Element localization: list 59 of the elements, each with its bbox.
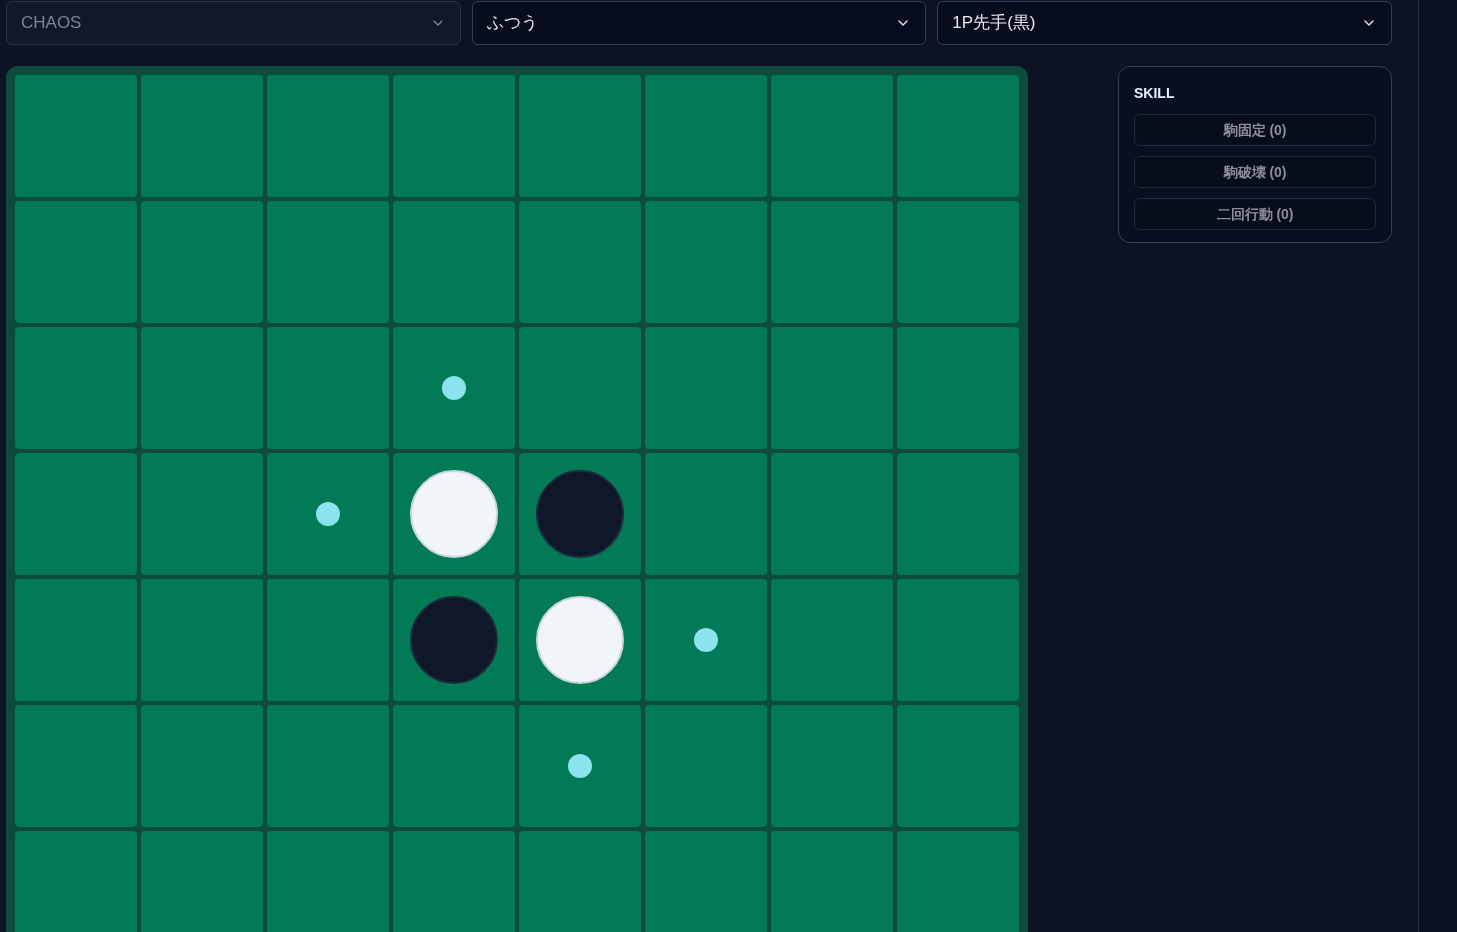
board-cell[interactable] <box>771 75 893 197</box>
board-cell[interactable] <box>897 579 1019 701</box>
board-cell[interactable] <box>393 201 515 323</box>
skill-title: SKILL <box>1134 84 1176 103</box>
board-cell[interactable] <box>645 201 767 323</box>
board-cell[interactable] <box>15 579 137 701</box>
board-cell[interactable] <box>645 579 767 701</box>
board-cell[interactable] <box>15 75 137 197</box>
board-cell[interactable] <box>267 453 389 575</box>
board-cell[interactable] <box>267 201 389 323</box>
board-cell[interactable] <box>519 579 641 701</box>
board-cell[interactable] <box>393 75 515 197</box>
board-cell[interactable] <box>897 705 1019 827</box>
board-cell[interactable] <box>771 831 893 932</box>
board-cell[interactable] <box>519 75 641 197</box>
board-cell[interactable] <box>897 831 1019 932</box>
board-cell[interactable] <box>645 327 767 449</box>
board-cell[interactable] <box>15 705 137 827</box>
board-cell[interactable] <box>771 579 893 701</box>
board-cell[interactable] <box>519 201 641 323</box>
board-cell[interactable] <box>15 453 137 575</box>
board-cell[interactable] <box>897 201 1019 323</box>
board-cell[interactable] <box>141 831 263 932</box>
board-cell[interactable] <box>267 579 389 701</box>
board-cell[interactable] <box>15 327 137 449</box>
board-cell[interactable] <box>267 75 389 197</box>
board-cell[interactable] <box>645 75 767 197</box>
board-cell[interactable] <box>645 831 767 932</box>
board-cell[interactable] <box>897 327 1019 449</box>
board-cell[interactable] <box>519 327 641 449</box>
board-cell[interactable] <box>897 75 1019 197</box>
board-cell[interactable] <box>141 705 263 827</box>
board-cell[interactable] <box>393 453 515 575</box>
board-cell[interactable] <box>771 327 893 449</box>
dropdown-select[interactable]: ふつう <box>471 1 927 45</box>
board-cell[interactable] <box>141 201 263 323</box>
board-cell[interactable] <box>771 453 893 575</box>
board-cell[interactable] <box>267 327 389 449</box>
board-cell[interactable] <box>519 831 641 932</box>
board-cell[interactable] <box>393 831 515 932</box>
board-cell[interactable] <box>645 705 767 827</box>
dropdown-select[interactable]: 1P先手(黒) <box>937 1 1392 45</box>
board-cell[interactable] <box>141 75 263 197</box>
board-cell[interactable] <box>771 201 893 323</box>
board-cell[interactable] <box>393 327 515 449</box>
board-cell[interactable] <box>771 705 893 827</box>
board-cell[interactable] <box>897 453 1019 575</box>
board-cell[interactable] <box>267 831 389 932</box>
board-cell[interactable] <box>267 705 389 827</box>
board-cell[interactable] <box>15 201 137 323</box>
board-cell[interactable] <box>393 705 515 827</box>
board-cell[interactable] <box>141 453 263 575</box>
board-cell[interactable] <box>519 705 641 827</box>
board-cell[interactable] <box>393 579 515 701</box>
board-cell[interactable] <box>519 453 641 575</box>
board-cell[interactable] <box>15 831 137 932</box>
board-cell[interactable] <box>141 579 263 701</box>
board-cell[interactable] <box>645 453 767 575</box>
board-cell[interactable] <box>141 327 263 449</box>
